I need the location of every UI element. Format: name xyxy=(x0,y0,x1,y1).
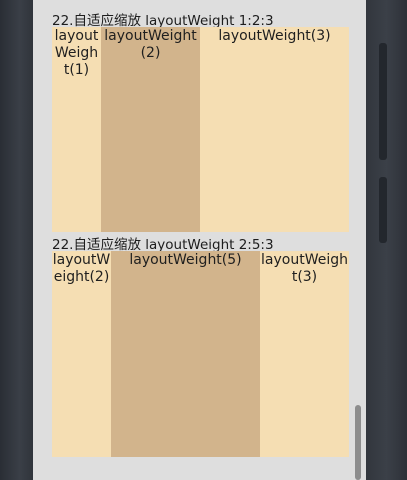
weight-row-1-2-3: layoutWeight(1) layoutWeight(2) layoutWe… xyxy=(52,27,349,232)
weight-3-cell: layoutWeight(3) xyxy=(260,251,349,457)
weight-row-2-5-3: layoutWeight(2) layoutWeight(5) layoutWe… xyxy=(52,251,349,457)
weight-1-cell: layoutWeight(1) xyxy=(52,27,101,232)
weight-3-cell: layoutWeight(3) xyxy=(200,27,349,232)
weight-5-cell: layoutWeight(5) xyxy=(111,251,260,457)
section-1-title: 22.自适应缩放 layoutWeight 1:2:3 xyxy=(52,13,274,29)
volume-button xyxy=(379,43,387,160)
scrollbar-thumb[interactable] xyxy=(355,405,361,480)
power-button xyxy=(379,177,387,243)
weight-2-cell: layoutWeight(2) xyxy=(52,251,111,457)
section-2-title: 22.自适应缩放 layoutWeight 2:5:3 xyxy=(52,237,274,253)
app-screen: 22.自适应缩放 layoutWeight 1:2:3 layoutWeight… xyxy=(33,0,366,480)
device-frame-left xyxy=(0,0,33,480)
weight-2-cell: layoutWeight(2) xyxy=(101,27,200,232)
